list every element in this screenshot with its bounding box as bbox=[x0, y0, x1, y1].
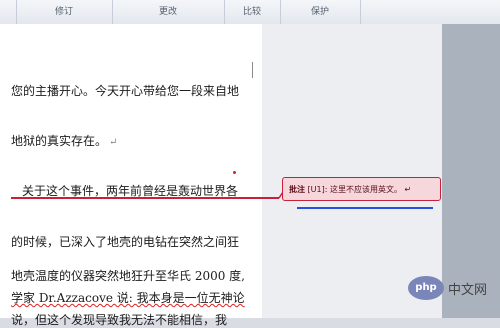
comment-highlight-underline bbox=[297, 207, 433, 209]
doc-line-text: 学家 Dr.Azzacove 说: 我本身是一位无神论 bbox=[11, 291, 245, 305]
watermark-site-text: 中文网 bbox=[448, 283, 488, 298]
ribbon-group-revision[interactable]: 修订 bbox=[16, 0, 113, 24]
comment-tag: 批注 bbox=[289, 185, 305, 194]
doc-line[interactable]: 地壳温度的仪器突然地狂升至华氏 2000 度, bbox=[11, 267, 245, 284]
watermark: php 中文网 bbox=[408, 274, 500, 304]
doc-line-text: 的时候，已深入了地壳的电钻在突然之间狂 bbox=[11, 235, 240, 249]
doc-line[interactable]: 地狱的真实存在。 ↵ bbox=[11, 132, 117, 149]
ribbon-group-bar: 修订 更改 比较 保护 bbox=[0, 0, 500, 25]
doc-line[interactable]: 您的主播开心。今天开心带给您一段来自地 bbox=[11, 82, 239, 99]
comment-text[interactable]: 这里不应该用英文。 bbox=[330, 185, 402, 194]
text-boundary-marker bbox=[252, 62, 253, 78]
paragraph-mark: ↵ bbox=[109, 137, 118, 148]
comment-paragraph-mark: ↵ bbox=[404, 185, 412, 194]
doc-line-text: 说，但这个发现导致我无法不能相信，我 bbox=[11, 313, 228, 327]
comment-ref: [U1]: bbox=[307, 185, 328, 194]
doc-line-text: 您的主播开心。今天开心带给您一段来自地 bbox=[11, 84, 240, 98]
doc-line-text: 地狱的真实存在。 bbox=[11, 134, 108, 148]
comment-anchor-line bbox=[11, 197, 279, 199]
document-page[interactable]: 您的主播开心。今天开心带给您一段来自地 地狱的真实存在。 ↵ 关于这个事件，两年前… bbox=[0, 24, 263, 327]
doc-line[interactable]: 说，但这个发现导致我无法不能相信，我 bbox=[11, 311, 227, 328]
php-logo-icon: php bbox=[408, 276, 444, 300]
doc-line[interactable]: 的时候，已深入了地壳的电钻在突然之间狂 bbox=[11, 233, 239, 250]
doc-line-text: 关于这个事件，两年前曾经是轰动世界各 bbox=[22, 184, 239, 198]
ribbon-group-left-edge bbox=[0, 0, 17, 24]
comment-balloon[interactable]: 批注 [U1]: 这里不应该用英文。 ↵ bbox=[282, 177, 441, 201]
ribbon-group-protect[interactable]: 保护 bbox=[280, 0, 361, 24]
insertion-dot bbox=[233, 171, 236, 174]
doc-line[interactable]: 学家 Dr.Azzacove 说: 我本身是一位无神论 bbox=[11, 289, 245, 306]
ribbon-group-compare[interactable]: 比较 bbox=[224, 0, 281, 24]
ribbon-group-changes[interactable]: 更改 bbox=[112, 0, 225, 24]
doc-line-text: 地壳温度的仪器突然地狂升至华氏 2000 度, bbox=[11, 269, 245, 283]
